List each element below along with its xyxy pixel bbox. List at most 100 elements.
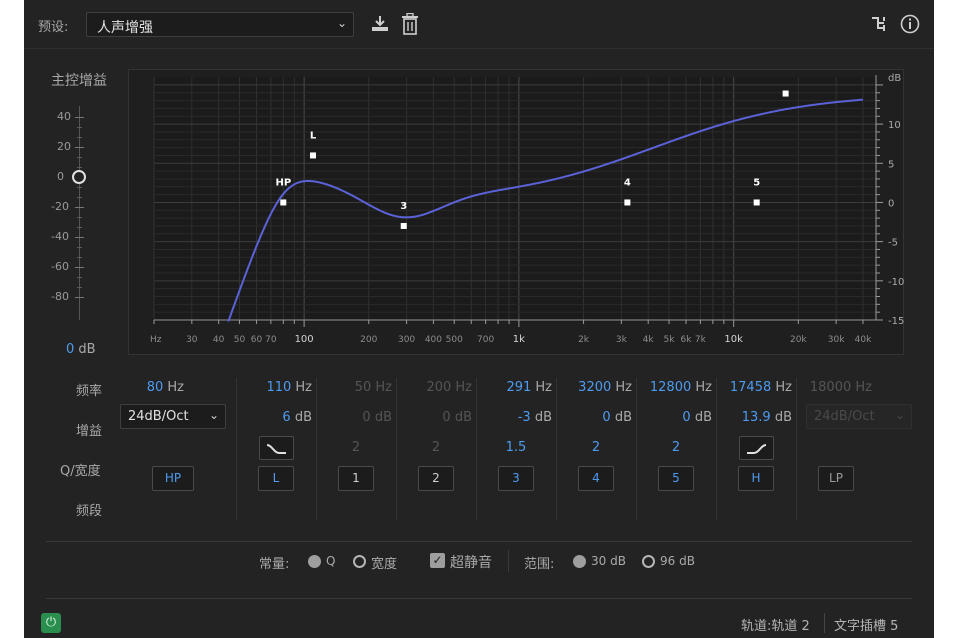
range-96db-radio[interactable] (642, 555, 655, 568)
band-gain-unit: dB (454, 410, 472, 425)
row-label-band: 频段 (76, 504, 103, 519)
range-30db-radio[interactable] (573, 555, 586, 568)
download-icon[interactable] (370, 14, 390, 38)
x-tick-label: 700 (477, 335, 494, 345)
band-gain-unit: dB (534, 410, 552, 425)
x-tick-label: 200 (360, 335, 377, 345)
options-divider-bottom (46, 598, 912, 599)
band-toggle-button[interactable]: L (258, 466, 294, 491)
band-frequency-value[interactable]: 18000 (810, 380, 856, 395)
band-frequency-value[interactable]: 50 (355, 380, 376, 395)
eq-node-label: L (310, 130, 317, 141)
eq-graph[interactable]: Hz 30 40 50 60 70 100 200 300 400 500 700 1k 2k 3k 4k 5k… (128, 69, 904, 355)
band-toggle-button[interactable]: LP (818, 466, 854, 491)
band-frequency-unit: Hz (535, 380, 552, 395)
band-frequency-value[interactable]: 291 (506, 380, 535, 395)
band-frequency-value[interactable]: 80 (147, 380, 168, 395)
band-frequency: 50 Hz (316, 380, 392, 395)
master-gain-slider[interactable]: 40 20 0 -20 -40 -60 -80 (24, 100, 104, 330)
master-gain-minor-tick (77, 157, 82, 158)
range-30db-label: 30 dB (591, 554, 626, 568)
lp-slope-value: 24dB/Oct (814, 409, 875, 424)
band-toggle-button[interactable]: HP (152, 466, 194, 491)
band-q-value[interactable]: 2 (556, 440, 636, 455)
master-gain-minor-tick (77, 257, 82, 258)
band-frequency-value[interactable]: 17458 (730, 380, 776, 395)
band-gain-value[interactable]: 0 (682, 410, 694, 425)
band-frequency-value[interactable]: 12800 (650, 380, 696, 395)
eq-node-handle[interactable] (310, 152, 317, 159)
low-shelf-icon[interactable] (259, 436, 294, 460)
band-toggle-button[interactable]: H (738, 466, 774, 491)
band-q-value[interactable]: 2 (636, 440, 716, 455)
master-gain-readout: 0 dB (66, 342, 96, 357)
master-gain-label: 主控增益 (51, 73, 107, 89)
x-tick-label: 100 (295, 334, 314, 345)
master-gain-minor-tick (77, 217, 82, 218)
constant-width-label: 宽度 (371, 557, 398, 572)
band-gain-value[interactable]: 0 (602, 410, 614, 425)
eq-node-handle[interactable] (400, 222, 407, 229)
band-gain: 6 dB (236, 410, 312, 425)
y-tick-label: -10 (888, 277, 904, 288)
high-shelf-icon[interactable] (739, 436, 774, 460)
routing-icon[interactable] (871, 15, 889, 37)
x-tick-label: 40 (213, 335, 225, 345)
master-gain-minor-tick (77, 227, 82, 228)
band-frequency-value[interactable]: 200 (426, 380, 455, 395)
band-frequency: 17458 Hz (716, 380, 792, 395)
band-q-value[interactable]: 2 (316, 440, 396, 455)
band-column-divider (716, 378, 717, 520)
slider-knob[interactable] (72, 170, 86, 184)
band-gain-value[interactable]: 13.9 (742, 410, 775, 425)
x-tick-label: 5k (664, 335, 676, 345)
hp-slope-dropdown[interactable]: 24dB/Oct ⌄ (120, 404, 226, 429)
eq-node-handle[interactable] (280, 199, 287, 206)
master-gain-minor-tick (77, 137, 82, 138)
trash-icon[interactable] (401, 12, 419, 39)
band-frequency-unit: Hz (855, 380, 872, 395)
band-toggle-button[interactable]: 5 (658, 466, 694, 491)
row-label-gain: 增益 (76, 424, 103, 439)
band-gain-value[interactable]: -3 (518, 410, 535, 425)
x-tick-label: 1k (513, 334, 525, 345)
eq-node-handle[interactable] (753, 199, 760, 206)
band-toggle-button[interactable]: 2 (418, 466, 454, 491)
master-gain-minor-tick (77, 187, 82, 188)
lp-slope-dropdown[interactable]: 24dB/Oct ⌄ (806, 404, 912, 429)
band-toggle-button[interactable]: 3 (498, 466, 534, 491)
band-toggle-button[interactable]: 1 (338, 466, 374, 491)
band-frequency-unit: Hz (615, 380, 632, 395)
constant-q-radio[interactable] (308, 555, 321, 568)
x-tick-label: 40k (855, 335, 872, 345)
band-gain-value[interactable]: 6 (282, 410, 294, 425)
power-icon[interactable]: ⏻ (41, 613, 61, 633)
constant-q-label: Q (326, 554, 336, 568)
band-toggle-button[interactable]: 4 (578, 466, 614, 491)
eq-node-handle[interactable] (782, 90, 789, 97)
range-label: 范围: (524, 557, 555, 572)
ultra-quiet-checkbox[interactable]: ✓ (430, 553, 445, 568)
y-tick-label: 10 (888, 120, 901, 131)
constant-width-radio[interactable] (353, 555, 366, 568)
band-frequency: 12800 Hz (636, 380, 712, 395)
band-q-value[interactable]: 1.5 (476, 440, 556, 455)
x-tick-label: 6k (681, 335, 693, 345)
master-gain-minor-tick (77, 197, 82, 198)
band-gain-value[interactable]: 0 (362, 410, 374, 425)
info-icon[interactable] (900, 14, 920, 38)
track-label: 轨道:轨道 2 (741, 619, 810, 634)
master-gain-value[interactable]: 0 (66, 342, 74, 357)
band-frequency-value[interactable]: 3200 (578, 380, 615, 395)
constant-label: 常量: (259, 557, 290, 572)
band-frequency: 18000 Hz (796, 380, 872, 395)
band-gain-value[interactable]: 0 (442, 410, 454, 425)
master-gain-tick (75, 207, 84, 208)
eq-node-handle[interactable] (624, 199, 631, 206)
band-frequency-value[interactable]: 110 (266, 380, 295, 395)
preset-dropdown[interactable]: 人声增强 ⌄ (86, 12, 354, 37)
x-tick-label: 20k (790, 335, 807, 345)
master-gain-unit: dB (78, 342, 96, 357)
x-tick-label: 3k (616, 335, 628, 345)
band-q-value[interactable]: 2 (396, 440, 476, 455)
